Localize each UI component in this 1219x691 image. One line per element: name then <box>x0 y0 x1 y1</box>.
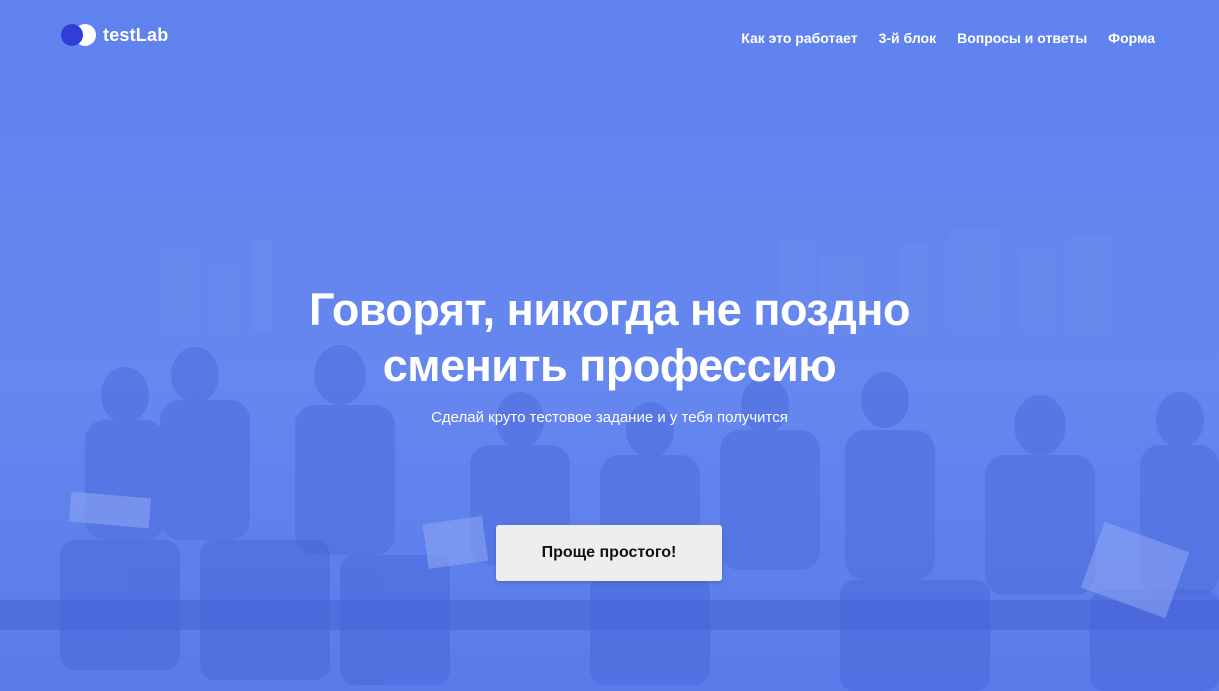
hero-content: Говорят, никогда не поздно сменить профе… <box>0 282 1219 426</box>
nav-item-form[interactable]: Форма <box>1108 30 1155 46</box>
cta-button[interactable]: Проще простого! <box>496 525 722 581</box>
nav-item-third-block[interactable]: 3-й блок <box>879 30 937 46</box>
nav-item-how-it-works[interactable]: Как это работает <box>741 30 857 46</box>
hero-subheadline: Сделай круто тестовое задание и у тебя п… <box>431 409 788 426</box>
logo-text: testLab <box>103 24 169 45</box>
headline-line-2: сменить профессию <box>382 340 837 391</box>
main-nav: Как это работает 3-й блок Вопросы и отве… <box>741 30 1155 46</box>
nav-item-faq[interactable]: Вопросы и ответы <box>957 30 1087 46</box>
logo-icon <box>61 24 97 46</box>
hero-headline: Говорят, никогда не поздно сменить профе… <box>230 282 990 394</box>
logo-link[interactable]: testLab <box>61 24 168 46</box>
headline-line-1: Говорят, никогда не поздно <box>309 284 910 335</box>
hero-section: testLab Как это работает 3-й блок Вопрос… <box>0 0 1219 691</box>
